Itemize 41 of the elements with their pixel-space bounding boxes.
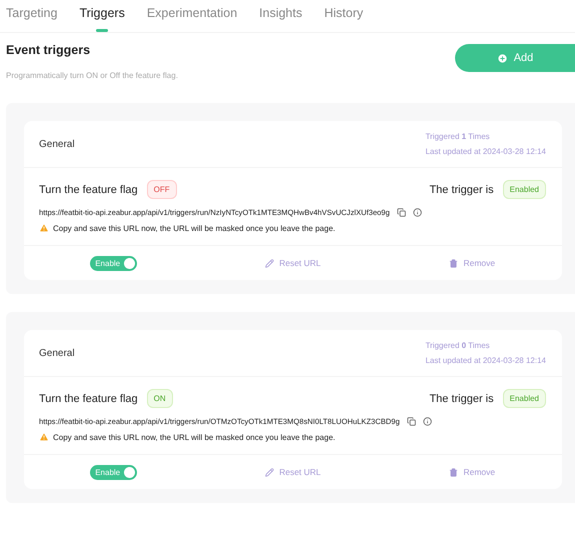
plus-icon [496, 52, 508, 64]
action-label: Turn the feature flag [39, 392, 138, 404]
last-updated: Last updated at 2024-03-28 12:14 [425, 146, 546, 158]
reset-url-button[interactable]: Reset URL [265, 258, 321, 268]
action-tag: OFF [146, 180, 177, 199]
tab[interactable]: Experimentation [146, 6, 238, 32]
remove-button[interactable]: Remove [449, 467, 496, 477]
action-label: Turn the feature flag [39, 184, 138, 196]
trash-icon [449, 258, 458, 268]
tab[interactable]: Triggers [79, 6, 125, 32]
status-label: The trigger is [429, 392, 494, 404]
pencil-icon [265, 258, 274, 268]
tab[interactable]: History [324, 6, 364, 32]
warning-icon [39, 223, 49, 233]
tab[interactable]: Targeting [6, 6, 58, 32]
last-updated: Last updated at 2024-03-28 12:14 [425, 355, 546, 367]
copy-icon[interactable] [396, 208, 406, 217]
section-title: Event triggers [6, 43, 92, 57]
reset-url-button[interactable]: Reset URL [265, 467, 321, 477]
warning-text: Copy and save this URL now, the URL will be masked once you leave the page. [53, 224, 336, 232]
warning-icon [39, 432, 49, 442]
trigger-name: General [39, 348, 75, 358]
trash-icon [449, 468, 458, 476]
trigger-name: General [39, 138, 75, 150]
info-icon[interactable] [412, 208, 422, 217]
action-tag: ON [146, 389, 173, 408]
status-label: The trigger is [429, 184, 494, 196]
enable-switch[interactable]: Enable [90, 464, 138, 480]
pencil-icon [265, 468, 274, 476]
info-icon[interactable] [422, 417, 432, 426]
status-tag: Enabled [502, 180, 546, 199]
trigger-count: Triggered 1 Times [425, 131, 491, 143]
enable-switch[interactable]: Enable [90, 256, 138, 270]
add-button[interactable]: Add [455, 44, 575, 72]
tab[interactable]: Insights [259, 6, 302, 32]
copy-icon[interactable] [406, 417, 416, 426]
section-description: Programmatically turn ON or Off the feature flag. [6, 71, 178, 80]
status-tag: Enabled [502, 389, 546, 408]
warning-text: Copy and save this URL now, the URL will be masked once you leave the page. [53, 432, 336, 442]
trigger-count: Triggered 0 Times [425, 340, 491, 352]
remove-button[interactable]: Remove [449, 258, 496, 268]
